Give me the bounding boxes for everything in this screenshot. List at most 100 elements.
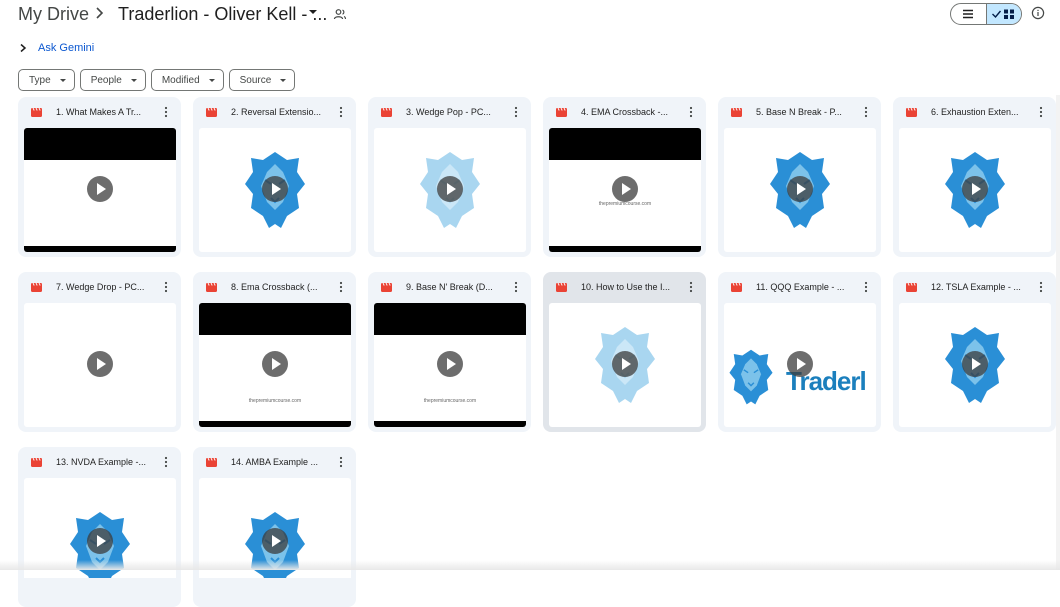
more-actions-icon[interactable] [686,106,696,118]
file-card[interactable]: 11. QQQ Example - ... Traderl [718,272,881,432]
file-title[interactable]: 9. Base N' Break (D... [406,280,506,294]
file-card[interactable]: 6. Exhaustion Exten... [893,97,1056,257]
play-icon[interactable] [962,351,988,377]
filter-chips: Type People Modified Source [18,69,300,91]
more-actions-icon[interactable] [1036,106,1046,118]
file-card[interactable]: 2. Reversal Extensio... [193,97,356,257]
play-icon[interactable] [962,176,988,202]
video-thumbnail[interactable] [24,303,176,427]
play-icon[interactable] [262,351,288,377]
video-thumbnail[interactable] [199,128,351,252]
play-icon[interactable] [87,528,113,554]
play-icon[interactable] [787,176,813,202]
more-actions-icon[interactable] [336,281,346,293]
play-icon[interactable] [612,176,638,202]
file-card[interactable]: 10. How to Use the I... [543,272,706,432]
video-file-icon [31,282,42,292]
video-file-icon [731,282,742,292]
file-title[interactable]: 8. Ema Crossback (... [231,280,331,294]
filter-modified-chip[interactable]: Modified [150,69,224,91]
list-icon [963,9,974,19]
breadcrumb-my-drive[interactable]: My Drive [18,4,89,25]
video-thumbnail[interactable] [899,303,1051,427]
filter-people-chip[interactable]: People [79,69,146,91]
file-title[interactable]: 11. QQQ Example - ... [756,280,856,294]
play-icon[interactable] [437,351,463,377]
file-card[interactable]: 12. TSLA Example - ... [893,272,1056,432]
more-actions-icon[interactable] [161,456,171,468]
list-view-button[interactable] [951,4,986,24]
more-actions-icon[interactable] [336,106,346,118]
filter-type-chip[interactable]: Type [18,69,75,91]
checked-grid-icon [991,9,1014,19]
video-thumbnail[interactable] [899,128,1051,252]
more-actions-icon[interactable] [511,106,521,118]
video-thumbnail[interactable]: thepremiumcourse.com [199,303,351,427]
watermark-url: thepremiumcourse.com [248,398,302,404]
play-icon[interactable] [437,176,463,202]
file-card[interactable]: 4. EMA Crossback -... thepremiumcourse.co… [543,97,706,257]
video-thumbnail[interactable] [724,128,876,252]
file-title[interactable]: 13. NVDA Example -... [56,455,156,469]
video-thumbnail[interactable] [24,128,176,252]
play-icon[interactable] [262,176,288,202]
chip-label: Source [239,74,272,86]
video-thumbnail[interactable]: thepremiumcourse.com [549,128,701,252]
file-title[interactable]: 14. AMBA Example ... [231,455,331,469]
video-thumbnail[interactable]: thepremiumcourse.com [374,303,526,427]
file-title[interactable]: 3. Wedge Pop - PC... [406,105,506,119]
more-actions-icon[interactable] [161,281,171,293]
folder-menu-caret-icon[interactable] [309,10,317,14]
play-icon[interactable] [87,351,113,377]
file-title[interactable]: 12. TSLA Example - ... [931,280,1031,294]
shared-people-icon[interactable] [333,7,347,21]
video-file-icon [206,282,217,292]
file-title[interactable]: 5. Base N Break - P... [756,105,856,119]
file-title[interactable]: 1. What Makes A Tr... [56,105,156,119]
filter-source-chip[interactable]: Source [228,69,296,91]
play-icon[interactable] [87,176,113,202]
file-title[interactable]: 6. Exhaustion Exten... [931,105,1031,119]
ask-gemini-toggle[interactable]: Ask Gemini [18,40,94,56]
dropdown-arrow-icon [280,78,287,82]
chip-label: Modified [161,74,200,86]
more-actions-icon[interactable] [686,281,696,293]
file-card[interactable]: 5. Base N Break - P... [718,97,881,257]
grid-view-button[interactable] [985,4,1021,24]
info-icon[interactable] [1031,6,1045,20]
file-card[interactable]: 3. Wedge Pop - PC... [368,97,531,257]
letterbox-bottom [549,246,701,252]
file-title[interactable]: 7. Wedge Drop - PC... [56,280,156,294]
dropdown-arrow-icon [130,78,137,82]
video-file-icon [906,282,917,292]
more-actions-icon[interactable] [161,106,171,118]
file-card[interactable]: 9. Base N' Break (D... thepremiumcourse.c… [368,272,531,432]
more-actions-icon[interactable] [861,281,871,293]
file-title[interactable]: 10. How to Use the I... [581,280,681,294]
more-actions-icon[interactable] [861,106,871,118]
file-card[interactable]: 8. Ema Crossback (... thepremiumcourse.co… [193,272,356,432]
video-file-icon [381,282,392,292]
video-thumbnail[interactable] [549,303,701,427]
file-card[interactable]: 7. Wedge Drop - PC... [18,272,181,432]
play-icon[interactable] [262,528,288,554]
file-title[interactable]: 4. EMA Crossback -... [581,105,681,119]
file-title[interactable]: 2. Reversal Extensio... [231,105,331,119]
more-actions-icon[interactable] [511,281,521,293]
video-thumbnail[interactable]: Traderl [724,303,876,427]
play-icon[interactable] [787,351,813,377]
video-file-icon [731,107,742,117]
video-thumbnail[interactable] [374,128,526,252]
play-icon[interactable] [612,351,638,377]
letterbox-top [374,303,526,335]
more-actions-icon[interactable] [336,456,346,468]
more-actions-icon[interactable] [1036,281,1046,293]
scrollbar-track[interactable] [1056,95,1060,570]
file-card[interactable]: 1. What Makes A Tr... [18,97,181,257]
file-card[interactable]: 13. NVDA Example -... [18,447,181,607]
file-card[interactable]: 14. AMBA Example ... [193,447,356,607]
video-file-icon [206,107,217,117]
breadcrumb-current-folder[interactable]: Traderlion - Oliver Kell - ... [118,4,327,25]
video-file-icon [206,457,217,467]
bottom-fade [0,560,1060,570]
